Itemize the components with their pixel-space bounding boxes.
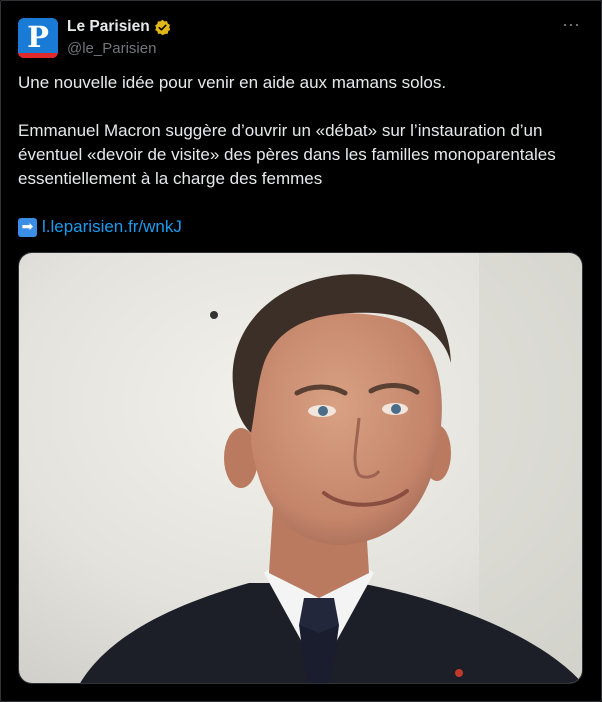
tweet-card[interactable]: P Le Parisien @le_Parisien ⋯ Une nouvell… xyxy=(0,0,602,702)
tweet-text: Une nouvelle idée pour venir en aide aux… xyxy=(18,71,588,191)
tweet-link[interactable]: l.leparisien.fr/wnkJ xyxy=(42,217,182,237)
display-name[interactable]: Le Parisien xyxy=(67,18,150,36)
avatar[interactable]: P xyxy=(18,18,58,58)
tweet-link-line: ➡ l.leparisien.fr/wnkJ xyxy=(18,217,182,237)
tweet-paragraph-2: Emmanuel Macron suggère d’ouvrir un «déb… xyxy=(18,121,556,188)
verified-badge-icon xyxy=(154,19,170,35)
avatar-stripe xyxy=(18,53,58,58)
tweet-photo[interactable] xyxy=(18,252,583,684)
handle[interactable]: @le_Parisien xyxy=(67,40,156,57)
photo-icon xyxy=(19,253,582,683)
right-arrow-emoji-icon: ➡ xyxy=(18,217,37,237)
tweet-line-1: Une nouvelle idée pour venir en aide aux… xyxy=(18,73,447,92)
more-options-icon[interactable]: ⋯ xyxy=(562,15,581,36)
avatar-logo-letter: P xyxy=(27,20,49,54)
author-name-row: Le Parisien xyxy=(67,18,171,36)
